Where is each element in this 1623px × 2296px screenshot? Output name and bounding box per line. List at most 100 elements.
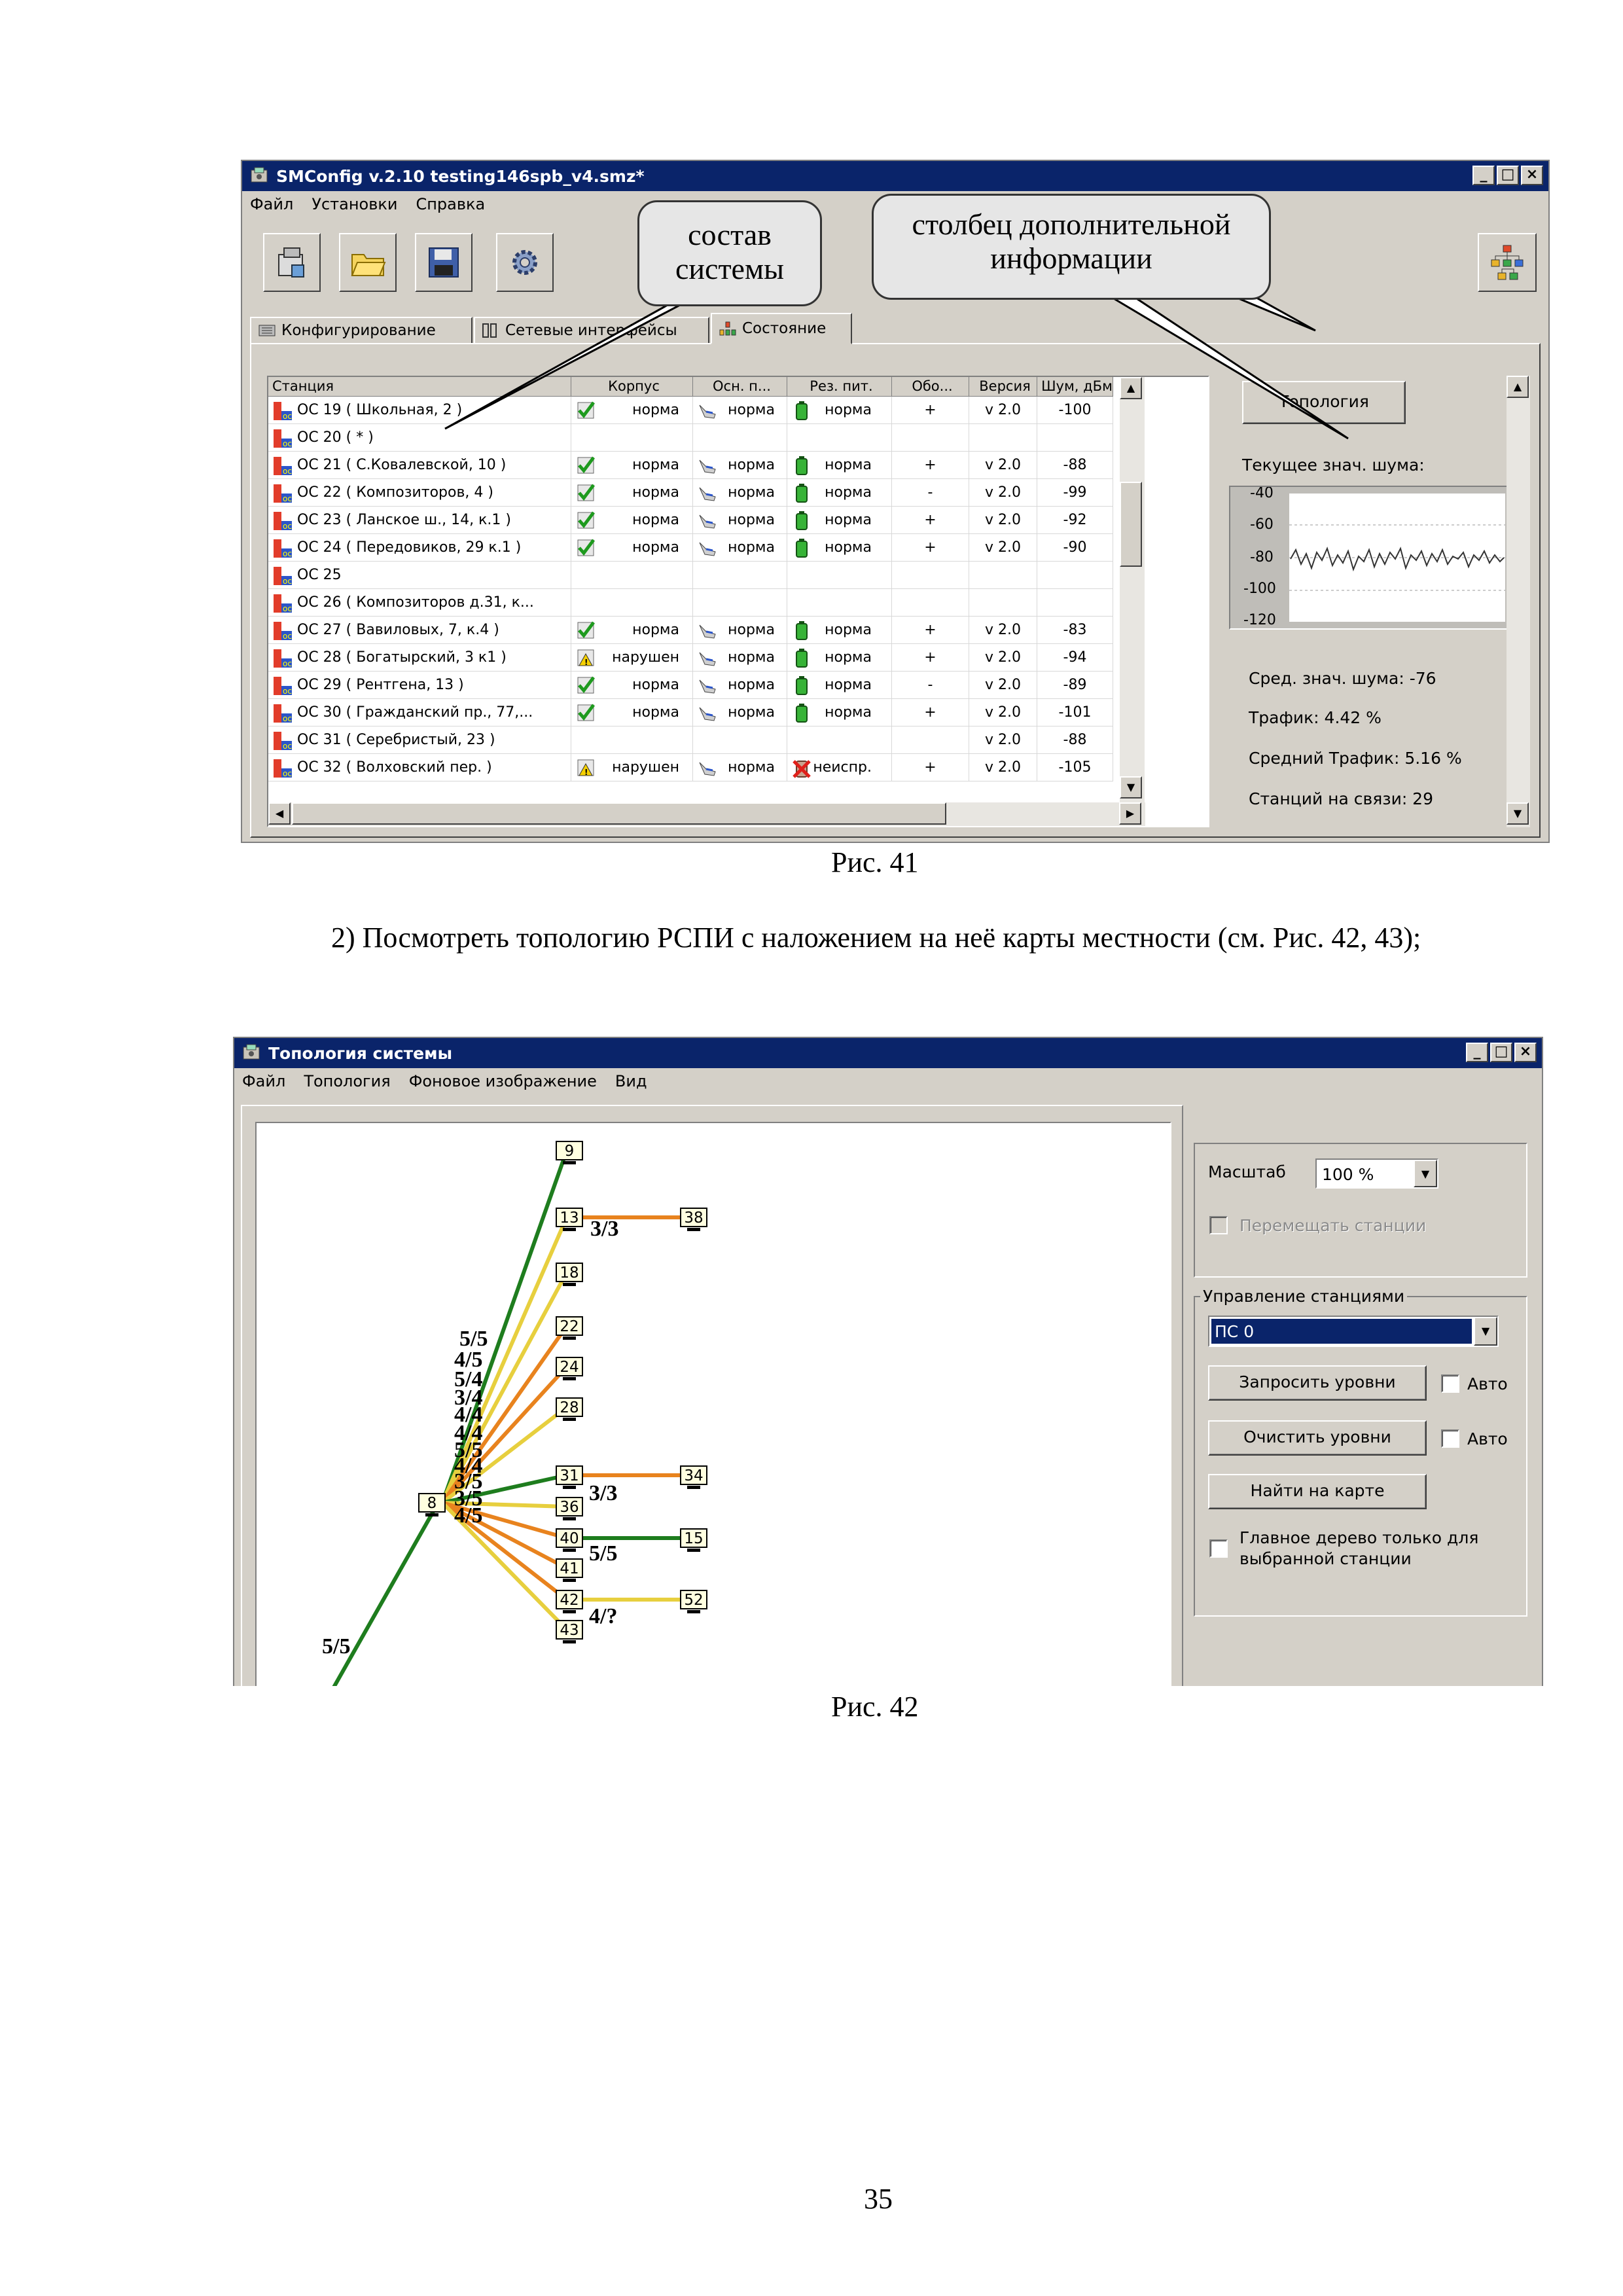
topology-menu-bar: Файл Топология Фоновое изображение Вид	[234, 1068, 1542, 1094]
hscroll-thumb[interactable]	[292, 802, 946, 825]
maximize-button[interactable]: □	[1497, 166, 1519, 185]
table-row[interactable]: oc ОС 24 ( Передовиков, 29 к.1 ) норма норм…	[268, 534, 1113, 562]
station-icon: oc	[274, 402, 292, 421]
settings-button[interactable]	[496, 233, 554, 292]
table-row[interactable]: oc ОС 28 ( Богатырский, 3 к1 )! нарушен нор…	[268, 644, 1113, 672]
scroll-left-arrow[interactable]: ◀	[268, 802, 291, 825]
table-row[interactable]: oc ОС 21 ( С.Ковалевской, 10 ) норма норма н…	[268, 452, 1113, 479]
menu-view[interactable]: Вид	[615, 1072, 647, 1090]
minimize-button[interactable]: _	[1466, 1043, 1488, 1062]
table-row[interactable]: oc ОС 23 ( Ланское ш., 14, к.1 ) норма норм…	[268, 507, 1113, 534]
auto-request-label: Авто	[1467, 1374, 1508, 1393]
scale-dropdown-arrow[interactable]: ▼	[1414, 1160, 1437, 1187]
menu-topology[interactable]: Топология	[304, 1072, 390, 1090]
obo-cell: -	[892, 479, 969, 507]
osn-cell: норма	[693, 397, 787, 424]
col-korpus[interactable]: Корпус	[571, 377, 693, 397]
request-levels-button[interactable]: Запросить уровни	[1208, 1365, 1427, 1401]
folder-icon	[351, 254, 386, 276]
table-row[interactable]: oc ОС 25	[268, 562, 1113, 589]
scroll-up-arrow[interactable]: ▲	[1120, 377, 1142, 399]
station-cell: oc ОС 25	[268, 562, 571, 589]
topology-window-title: Топология системы	[268, 1043, 453, 1063]
minimize-button[interactable]: _	[1472, 166, 1495, 185]
table-row[interactable]: oc ОС 31 ( Серебристый, 23 ) v 2.0 -88	[268, 726, 1113, 754]
station-name: ОС 25	[297, 567, 342, 583]
table-row[interactable]: oc ОС 22 ( Композиторов, 4 ) норма норма нор…	[268, 479, 1113, 507]
scroll-right-arrow[interactable]: ▶	[1119, 802, 1141, 825]
tab-configuration[interactable]: Конфигурирование	[250, 317, 473, 344]
link-label: 3/3	[590, 1217, 618, 1241]
menu-file[interactable]: Файл	[250, 195, 293, 213]
close-button[interactable]: ×	[1521, 166, 1543, 185]
table-row[interactable]: oc ОС 32 ( Волховский пер. )! нарушен норма…	[268, 754, 1113, 781]
maximize-button[interactable]: □	[1490, 1043, 1512, 1062]
osn-cell	[693, 589, 787, 617]
noise-value: -101	[1058, 704, 1092, 721]
main-tree-checkbox[interactable]	[1209, 1539, 1228, 1558]
menu-help[interactable]: Справка	[416, 195, 485, 213]
menu-file[interactable]: Файл	[242, 1072, 285, 1090]
obo-value: -	[927, 677, 933, 693]
table-row[interactable]: oc ОС 19 ( Школьная, 2 ) норма норма норма + v…	[268, 397, 1113, 424]
rez-value: норма	[825, 484, 872, 501]
version-cell	[969, 424, 1037, 452]
version-cell: v 2.0	[969, 507, 1037, 534]
table-row[interactable]: oc ОС 26 ( Композиторов д.31, к...	[268, 589, 1113, 617]
station-name: ОС 21 ( С.Ковалевской, 10 )	[297, 457, 507, 473]
station-node-label: 40	[560, 1530, 579, 1547]
tab-state[interactable]: Состояние	[711, 313, 852, 344]
korpus-value: норма	[632, 457, 679, 473]
noise-value: -88	[1063, 457, 1087, 473]
osn-value: норма	[728, 457, 775, 473]
network-tree-button[interactable]	[1478, 233, 1537, 292]
menu-settings[interactable]: Установки	[312, 195, 397, 213]
info-vscroll[interactable]: ▲ ▼	[1507, 376, 1530, 827]
rez-value: норма	[825, 539, 872, 556]
version-value: v 2.0	[985, 759, 1021, 776]
find-on-map-button[interactable]: Найти на карте	[1208, 1474, 1427, 1509]
col-version[interactable]: Версия	[969, 377, 1037, 397]
table-hscroll[interactable]: ◀ ▶	[268, 802, 1145, 826]
col-osn[interactable]: Осн. п...	[693, 377, 787, 397]
col-obo[interactable]: Обо...	[892, 377, 969, 397]
menu-background-image[interactable]: Фоновое изображение	[409, 1072, 597, 1090]
rez-cell: норма	[787, 699, 892, 726]
move-stations-checkbox[interactable]	[1209, 1216, 1228, 1234]
table-row[interactable]: oc ОС 30 ( Гражданский пр., 77,... норма но…	[268, 699, 1113, 726]
open-button[interactable]	[339, 233, 397, 292]
tab-network-interfaces[interactable]: Сетевые интерфейсы	[474, 317, 709, 344]
table-row[interactable]: oc ОС 29 ( Рентгена, 13 ) норма норма норма -…	[268, 672, 1113, 699]
scroll-thumb[interactable]	[1120, 482, 1142, 567]
station-dropdown-arrow[interactable]: ▼	[1474, 1317, 1497, 1346]
noise-cell: -94	[1037, 644, 1113, 672]
table-row[interactable]: oc ОС 27 ( Вавиловых, 7, к.4 ) норма норма н…	[268, 617, 1113, 644]
new-config-button[interactable]	[263, 233, 321, 292]
station-select[interactable]: ПС 0 ▼	[1208, 1316, 1499, 1347]
plug-icon	[699, 652, 716, 666]
scroll-down-arrow[interactable]: ▼	[1120, 776, 1142, 798]
save-button[interactable]	[415, 233, 473, 292]
noise-cell	[1037, 589, 1113, 617]
col-station[interactable]: Станция	[268, 377, 571, 397]
noise-cell	[1037, 562, 1113, 589]
table-vscroll[interactable]: ▲ ▼	[1120, 377, 1145, 802]
scale-select[interactable]: 100 % ▼	[1315, 1158, 1438, 1189]
info-scroll-down[interactable]: ▼	[1507, 802, 1529, 825]
close-button[interactable]: ×	[1514, 1043, 1537, 1062]
version-cell: v 2.0	[969, 617, 1037, 644]
info-scroll-up[interactable]: ▲	[1507, 376, 1529, 398]
topology-button[interactable]: Топология	[1242, 381, 1406, 424]
station-node-base	[687, 1610, 700, 1613]
table-row[interactable]: oc ОС 20 ( * )	[268, 424, 1113, 452]
noise-value: -105	[1058, 759, 1092, 776]
col-rez[interactable]: Рез. пит.	[787, 377, 892, 397]
auto-clear-checkbox[interactable]	[1441, 1429, 1459, 1448]
clear-levels-button[interactable]: Очистить уровни	[1208, 1420, 1427, 1456]
station-node-label: 38	[684, 1210, 703, 1227]
topology-canvas[interactable]: 9 13 38 18 22 24 28 31 34 8 36 40 15 41 42 52 43 3/3 5/5 4/…	[255, 1122, 1171, 1686]
osn-cell: норма	[693, 507, 787, 534]
col-noise[interactable]: Шум, дБм	[1037, 377, 1113, 397]
auto-request-checkbox[interactable]	[1441, 1374, 1459, 1393]
obo-cell: +	[892, 644, 969, 672]
